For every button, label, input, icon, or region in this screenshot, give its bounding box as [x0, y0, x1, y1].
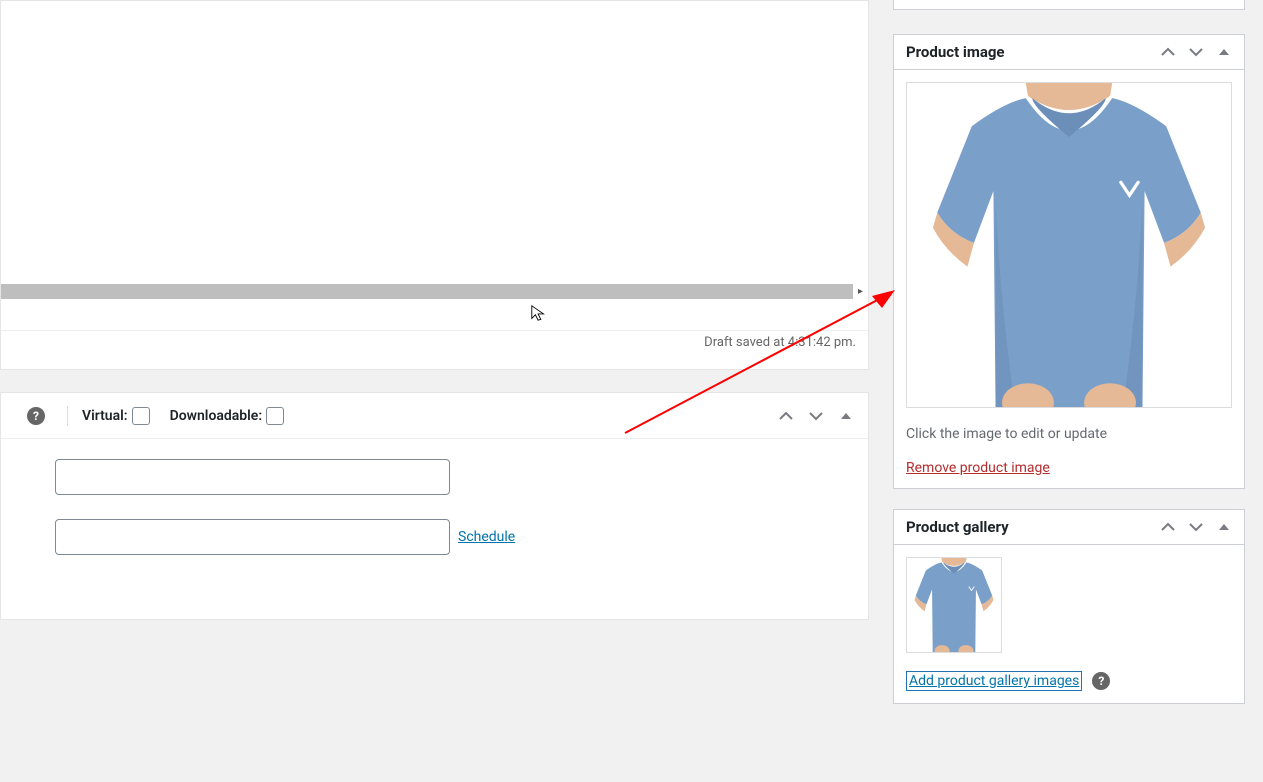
product-image-body: Click the image to edit or update Remove…	[894, 70, 1244, 488]
collapse-triangle-icon[interactable]	[1216, 44, 1232, 60]
product-gallery-panel: Product gallery	[893, 509, 1245, 704]
product-image-header: Product image	[894, 35, 1244, 70]
downloadable-checkbox[interactable]	[266, 407, 284, 425]
help-icon[interactable]: ?	[27, 407, 45, 425]
product-gallery-body: Add product gallery images ?	[894, 545, 1244, 703]
downloadable-label: Downloadable:	[170, 408, 263, 424]
annotation-arrow-icon	[620, 288, 900, 438]
remove-product-image-link[interactable]: Remove product image	[906, 460, 1050, 476]
separator	[67, 406, 68, 426]
sidebar-column: Product image	[893, 0, 1245, 782]
chevron-down-icon[interactable]	[1188, 519, 1204, 535]
virtual-label: Virtual:	[82, 408, 128, 424]
product-data-body: Schedule	[1, 439, 868, 619]
collapse-triangle-icon[interactable]	[1216, 519, 1232, 535]
gallery-add-row: Add product gallery images ?	[906, 671, 1232, 691]
gallery-thumbnail[interactable]	[906, 557, 1002, 653]
product-image-title: Product image	[906, 43, 1160, 61]
regular-price-input[interactable]	[55, 459, 450, 495]
sale-price-input[interactable]	[55, 519, 450, 555]
product-gallery-header: Product gallery	[894, 510, 1244, 545]
help-icon[interactable]: ?	[1092, 672, 1110, 690]
editor-content-area[interactable]	[1, 1, 868, 280]
sale-price-row: Schedule	[13, 519, 856, 555]
add-gallery-images-link[interactable]: Add product gallery images	[906, 671, 1082, 691]
virtual-checkbox[interactable]	[132, 407, 150, 425]
product-image-hint: Click the image to edit or update	[906, 426, 1232, 442]
tshirt-image-icon	[907, 558, 1001, 652]
chevron-down-icon[interactable]	[1188, 44, 1204, 60]
chevron-up-icon[interactable]	[1160, 519, 1176, 535]
schedule-link[interactable]: Schedule	[458, 529, 515, 545]
cursor-icon	[530, 304, 548, 322]
previous-panel-edge	[893, 0, 1245, 10]
product-image-panel: Product image	[893, 34, 1245, 489]
regular-price-row	[13, 459, 856, 495]
product-image-thumbnail[interactable]	[906, 82, 1232, 408]
tshirt-image-icon	[907, 83, 1231, 407]
product-gallery-title: Product gallery	[906, 518, 1160, 536]
chevron-up-icon[interactable]	[1160, 44, 1176, 60]
